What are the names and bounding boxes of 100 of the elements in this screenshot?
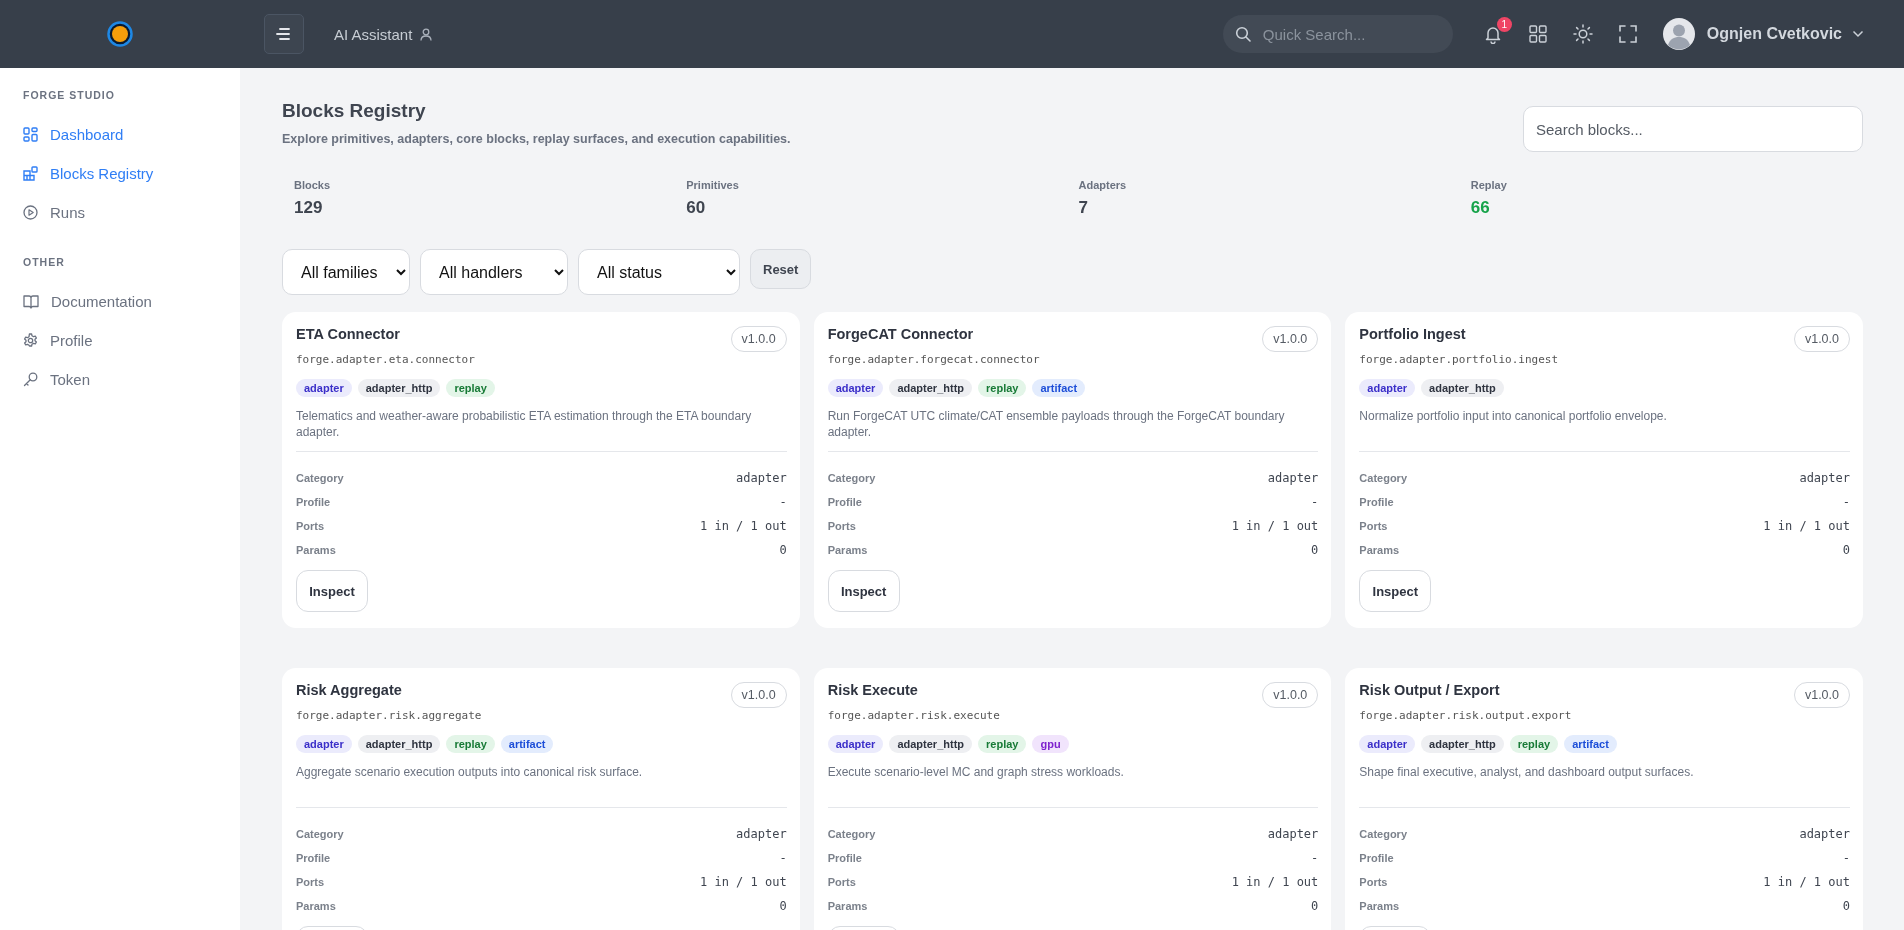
- inspect-button[interactable]: Inspect: [827, 570, 900, 612]
- apps-grid-icon[interactable]: [1528, 25, 1547, 43]
- field-label: Params: [1359, 543, 1400, 556]
- dashboard-icon: [23, 127, 38, 142]
- field-value: 0: [1842, 542, 1850, 557]
- stat-value: 129: [294, 198, 324, 218]
- sidebar-item[interactable]: Dashboard: [23, 115, 240, 154]
- block-description: Execute scenario-level MC and graph stress workloads.: [827, 764, 1319, 808]
- sidebar-item[interactable]: Documentation: [23, 282, 240, 321]
- field-label: Params: [827, 899, 868, 912]
- field-value: 0: [1311, 898, 1319, 913]
- field-label: Params: [1359, 899, 1400, 912]
- tag: adapter: [296, 379, 352, 397]
- tag: adapter: [827, 735, 884, 753]
- stat-value: 60: [686, 198, 707, 218]
- inspect-button[interactable]: Inspect: [1359, 570, 1432, 612]
- blocks-icon: [23, 166, 38, 181]
- play-circle-icon: [23, 205, 38, 220]
- chevron-down-icon[interactable]: [1852, 30, 1864, 38]
- filter-select[interactable]: All status: [578, 249, 740, 295]
- field-value: 0: [779, 898, 787, 913]
- page-title: Blocks Registry: [282, 99, 427, 122]
- field-value: adapter: [736, 826, 787, 841]
- block-title: ForgeCAT Connector: [827, 326, 975, 342]
- field-label: Params: [827, 543, 868, 556]
- field-label: Category: [1359, 471, 1407, 484]
- field-value: 1 in / 1 out: [1231, 874, 1319, 889]
- field-value: adapter: [736, 470, 787, 485]
- field-value: adapter: [1267, 470, 1319, 485]
- sidebar-item[interactable]: Blocks Registry: [23, 154, 240, 193]
- sidebar-section-title: OTHER: [23, 256, 66, 268]
- field-label: Ports: [1359, 875, 1388, 888]
- tag: replay: [978, 735, 1027, 753]
- quick-search-field[interactable]: Quick Search...: [1222, 15, 1453, 53]
- stat-label: Primitives: [686, 179, 740, 191]
- tag: adapter_http: [889, 379, 973, 397]
- field-label: Ports: [827, 519, 856, 532]
- filter-select[interactable]: All families: [282, 249, 410, 295]
- block-id: forge.adapter.risk.execute: [827, 709, 1000, 722]
- tag: replay: [978, 379, 1027, 397]
- filter-select[interactable]: All handlers: [420, 249, 568, 295]
- field-value: 0: [1842, 898, 1850, 913]
- field-value: -: [1842, 850, 1850, 865]
- field-label: Category: [827, 471, 876, 484]
- sidebar-item[interactable]: Profile: [23, 321, 240, 360]
- block-description: Telematics and weather-aware probabilistic ETA estimation through the ETA boundary adapter.: [296, 408, 787, 452]
- field-value: 1 in / 1 out: [1231, 518, 1319, 533]
- field-value: 1 in / 1 out: [1763, 518, 1850, 533]
- field-value: -: [1311, 494, 1319, 509]
- field-label: Ports: [296, 519, 325, 532]
- key-icon: [23, 372, 38, 387]
- block-title: Risk Output / Export: [1359, 682, 1501, 698]
- field-value: adapter: [1267, 826, 1319, 841]
- fullscreen-icon[interactable]: [1618, 25, 1637, 43]
- tag: replay: [446, 379, 495, 397]
- block-id: forge.adapter.risk.aggregate: [296, 709, 482, 722]
- stat-value: 66: [1470, 198, 1491, 218]
- field-value: 0: [1311, 542, 1319, 557]
- sidebar-item[interactable]: Token: [23, 360, 240, 399]
- field-value: -: [1311, 850, 1319, 865]
- block-id: forge.adapter.risk.output.export: [1359, 709, 1572, 722]
- user-name[interactable]: Ognjen Cvetkovic: [1706, 25, 1842, 43]
- field-label: Params: [296, 543, 336, 556]
- tag: artifact: [1032, 379, 1086, 397]
- search-blocks-field[interactable]: Search blocks...: [1523, 106, 1863, 152]
- field-label: Profile: [1359, 495, 1394, 508]
- field-value: 1 in / 1 out: [1763, 874, 1850, 889]
- block-id: forge.adapter.eta.connector: [296, 353, 475, 366]
- tag: artifact: [500, 735, 554, 753]
- block-title: Portfolio Ingest: [1359, 326, 1467, 342]
- menu-button[interactable]: [264, 14, 304, 54]
- sun-icon[interactable]: [1572, 24, 1593, 44]
- field-value: adapter: [1799, 826, 1850, 841]
- ai-assistant-link[interactable]: AI Assistant: [334, 25, 413, 43]
- field-label: Category: [1359, 827, 1407, 840]
- block-description: Aggregate scenario execution outputs into canonical risk surface.: [296, 764, 787, 808]
- tag: adapter: [296, 735, 352, 753]
- reset-button[interactable]: Reset: [750, 249, 812, 289]
- tag: adapter_http: [1421, 379, 1504, 397]
- field-value: -: [1842, 494, 1850, 509]
- avatar-icon[interactable]: [1662, 18, 1695, 50]
- field-label: Profile: [296, 851, 331, 864]
- tag: adapter: [827, 379, 884, 397]
- field-label: Profile: [296, 495, 331, 508]
- field-label: Profile: [827, 495, 862, 508]
- tag: adapter_http: [357, 379, 441, 397]
- stat-label: Adapters: [1078, 179, 1128, 191]
- sidebar-item[interactable]: Runs: [23, 193, 240, 232]
- field-label: Ports: [296, 875, 325, 888]
- inspect-button[interactable]: Inspect: [296, 570, 368, 612]
- block-description: Run ForgeCAT UTC climate/CAT ensemble payloads through the ForgeCAT boundary adapter.: [827, 408, 1319, 452]
- sidebar-section-title: FORGE STUDIO: [23, 89, 116, 101]
- page-subtitle: Explore primitives, adapters, core blocks, replay surfaces, and execution capabilities.: [282, 132, 791, 146]
- field-label: Ports: [1359, 519, 1388, 532]
- stat-label: Blocks: [294, 179, 332, 191]
- tag: artifact: [1564, 735, 1617, 753]
- block-title: Risk Aggregate: [296, 682, 403, 698]
- stat-label: Replay: [1470, 179, 1508, 191]
- field-label: Ports: [827, 875, 856, 888]
- block-description: Shape final executive, analyst, and dashboard output surfaces.: [1359, 764, 1850, 808]
